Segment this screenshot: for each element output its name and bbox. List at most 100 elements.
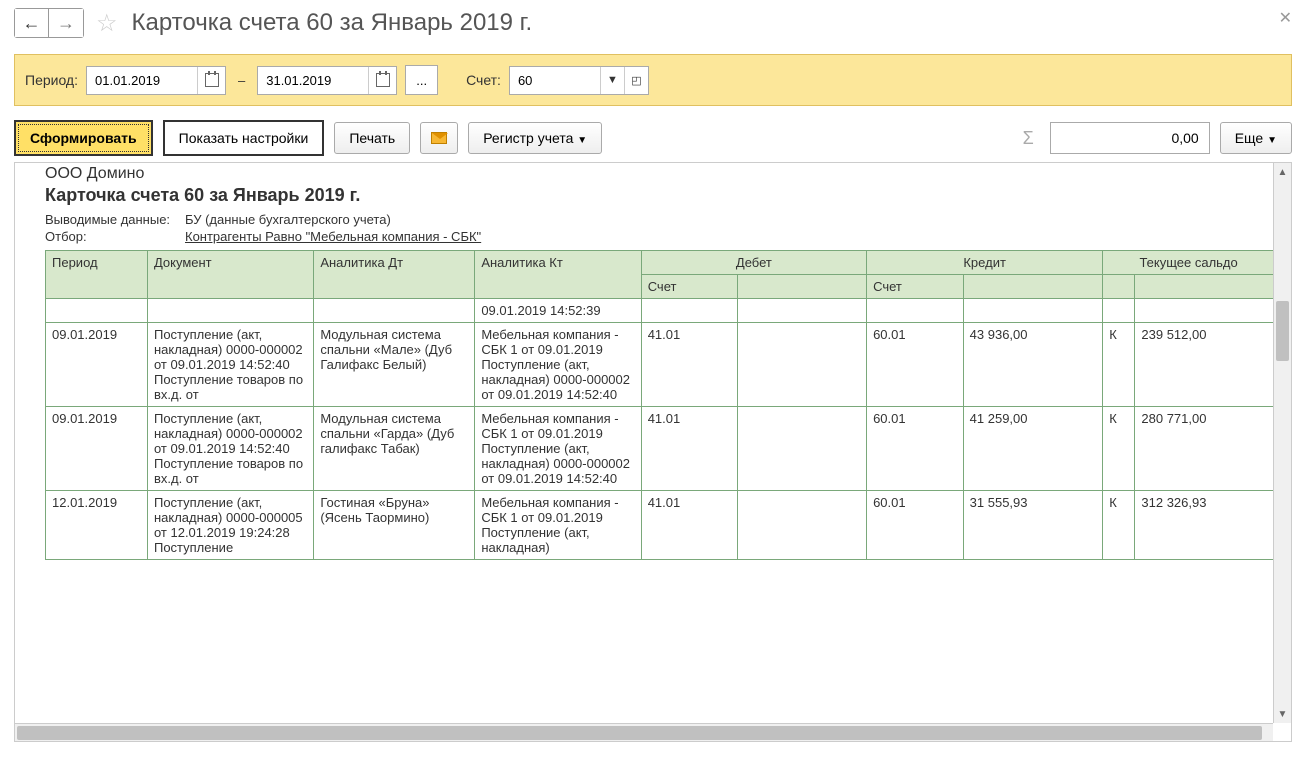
- col-document: Документ: [147, 251, 313, 299]
- table-cell: К: [1103, 491, 1135, 560]
- table-cell: 31 555,93: [963, 491, 1103, 560]
- table-cell: 41 259,00: [963, 407, 1103, 491]
- table-cell: 41.01: [641, 491, 738, 560]
- table-cell: 41.01: [641, 323, 738, 407]
- account-input[interactable]: [510, 67, 600, 94]
- col-adt: Аналитика Дт: [314, 251, 475, 299]
- col-bal-sum: [1135, 275, 1275, 299]
- scroll-down-icon[interactable]: ▼: [1274, 705, 1291, 723]
- email-button[interactable]: [420, 122, 458, 154]
- table-cell: 09.01.2019: [46, 407, 148, 491]
- table-cell: Поступление (акт, накладная) 0000-000005…: [147, 491, 313, 560]
- filter-value: Контрагенты Равно "Мебельная компания - …: [185, 229, 481, 244]
- table-cell: 43 936,00: [963, 323, 1103, 407]
- account-label: Счет:: [466, 72, 501, 88]
- period-label: Период:: [25, 72, 78, 88]
- form-button[interactable]: Сформировать: [14, 120, 153, 156]
- col-credit-sum: [963, 275, 1103, 299]
- table-cell: К: [1103, 323, 1135, 407]
- table-cell: [314, 299, 475, 323]
- table-cell: 41.01: [641, 407, 738, 491]
- table-cell: Мебельная компания - СБК 1 от 09.01.2019…: [475, 491, 641, 560]
- col-balance: Текущее сальдо: [1103, 251, 1275, 275]
- page-title: Карточка счета 60 за Январь 2019 г.: [132, 9, 533, 37]
- nav-buttons: ← →: [14, 8, 84, 38]
- dash: –: [234, 73, 249, 88]
- period-picker-button[interactable]: ...: [405, 65, 438, 95]
- table-cell: 09.01.2019 14:52:39: [475, 299, 641, 323]
- table-cell: 239 512,00: [1135, 323, 1275, 407]
- table-cell: Модульная система спальни «Мале» (Дуб Га…: [314, 323, 475, 407]
- date-to-field: [257, 66, 397, 95]
- vertical-scrollbar[interactable]: ▲ ▼: [1273, 163, 1291, 723]
- account-field: ▼ ◰: [509, 66, 649, 95]
- table-cell: [738, 407, 867, 491]
- print-button[interactable]: Печать: [334, 122, 410, 154]
- table-cell: Мебельная компания - СБК 1 от 09.01.2019…: [475, 323, 641, 407]
- popup-icon[interactable]: ◰: [624, 67, 648, 94]
- filter-label: Отбор:: [45, 229, 185, 244]
- table-cell: Мебельная компания - СБК 1 от 09.01.2019…: [475, 407, 641, 491]
- col-debit-sum: [738, 275, 867, 299]
- table-cell: [738, 323, 867, 407]
- table-row[interactable]: 09.01.2019Поступление (акт, накладная) 0…: [46, 323, 1275, 407]
- date-from-input[interactable]: [87, 67, 197, 94]
- close-icon[interactable]: ✕: [1279, 8, 1292, 28]
- envelope-icon: [431, 132, 447, 144]
- sum-input[interactable]: [1050, 122, 1210, 154]
- table-cell: Поступление (акт, накладная) 0000-000002…: [147, 407, 313, 491]
- table-cell: [641, 299, 738, 323]
- report-title: Карточка счета 60 за Январь 2019 г.: [45, 185, 1291, 206]
- table-cell: Гостиная «Бруна» (Ясень Таормино): [314, 491, 475, 560]
- table-cell: 60.01: [867, 491, 964, 560]
- table-row[interactable]: 09.01.2019 14:52:39: [46, 299, 1275, 323]
- table-cell: 09.01.2019: [46, 323, 148, 407]
- table-cell: К: [1103, 407, 1135, 491]
- forward-button[interactable]: →: [49, 9, 83, 37]
- table-cell: [147, 299, 313, 323]
- col-debit: Дебет: [641, 251, 866, 275]
- calendar-icon[interactable]: [368, 67, 396, 94]
- table-row[interactable]: 12.01.2019Поступление (акт, накладная) 0…: [46, 491, 1275, 560]
- data-label: Выводимые данные:: [45, 212, 185, 227]
- table-cell: [46, 299, 148, 323]
- back-button[interactable]: ←: [15, 9, 49, 37]
- col-credit-acc: Счет: [867, 275, 964, 299]
- ledger-table: Период Документ Аналитика Дт Аналитика К…: [45, 250, 1275, 560]
- table-cell: [1135, 299, 1275, 323]
- table-cell: [963, 299, 1103, 323]
- col-credit: Кредит: [867, 251, 1103, 275]
- table-cell: [867, 299, 964, 323]
- dropdown-icon[interactable]: ▼: [600, 67, 624, 94]
- table-cell: 312 326,93: [1135, 491, 1275, 560]
- col-akt: Аналитика Кт: [475, 251, 641, 299]
- company-name: ООО Домино: [45, 165, 1291, 183]
- register-button[interactable]: Регистр учета ▼: [468, 122, 602, 154]
- period-bar: Период: – ... Счет: ▼ ◰: [14, 54, 1292, 106]
- table-cell: 12.01.2019: [46, 491, 148, 560]
- table-cell: Поступление (акт, накладная) 0000-000002…: [147, 323, 313, 407]
- report-area: ООО Домино Карточка счета 60 за Январь 2…: [14, 162, 1292, 742]
- show-settings-button[interactable]: Показать настройки: [163, 120, 325, 156]
- toolbar: Сформировать Показать настройки Печать Р…: [14, 120, 1292, 156]
- date-to-input[interactable]: [258, 67, 368, 94]
- table-cell: [738, 491, 867, 560]
- col-debit-acc: Счет: [641, 275, 738, 299]
- favorite-star-icon[interactable]: ☆: [96, 9, 118, 38]
- calendar-icon[interactable]: [197, 67, 225, 94]
- col-bal-side: [1103, 275, 1135, 299]
- sigma-icon: Σ: [1017, 128, 1040, 149]
- scroll-up-icon[interactable]: ▲: [1274, 163, 1291, 181]
- table-row[interactable]: 09.01.2019Поступление (акт, накладная) 0…: [46, 407, 1275, 491]
- data-value: БУ (данные бухгалтерского учета): [185, 212, 391, 227]
- col-period: Период: [46, 251, 148, 299]
- horizontal-scrollbar[interactable]: [15, 723, 1273, 741]
- table-cell: 60.01: [867, 323, 964, 407]
- table-cell: [738, 299, 867, 323]
- more-button[interactable]: Еще ▼: [1220, 122, 1292, 154]
- table-cell: Модульная система спальни «Гарда» (Дуб г…: [314, 407, 475, 491]
- table-cell: 60.01: [867, 407, 964, 491]
- table-cell: [1103, 299, 1135, 323]
- table-cell: 280 771,00: [1135, 407, 1275, 491]
- date-from-field: [86, 66, 226, 95]
